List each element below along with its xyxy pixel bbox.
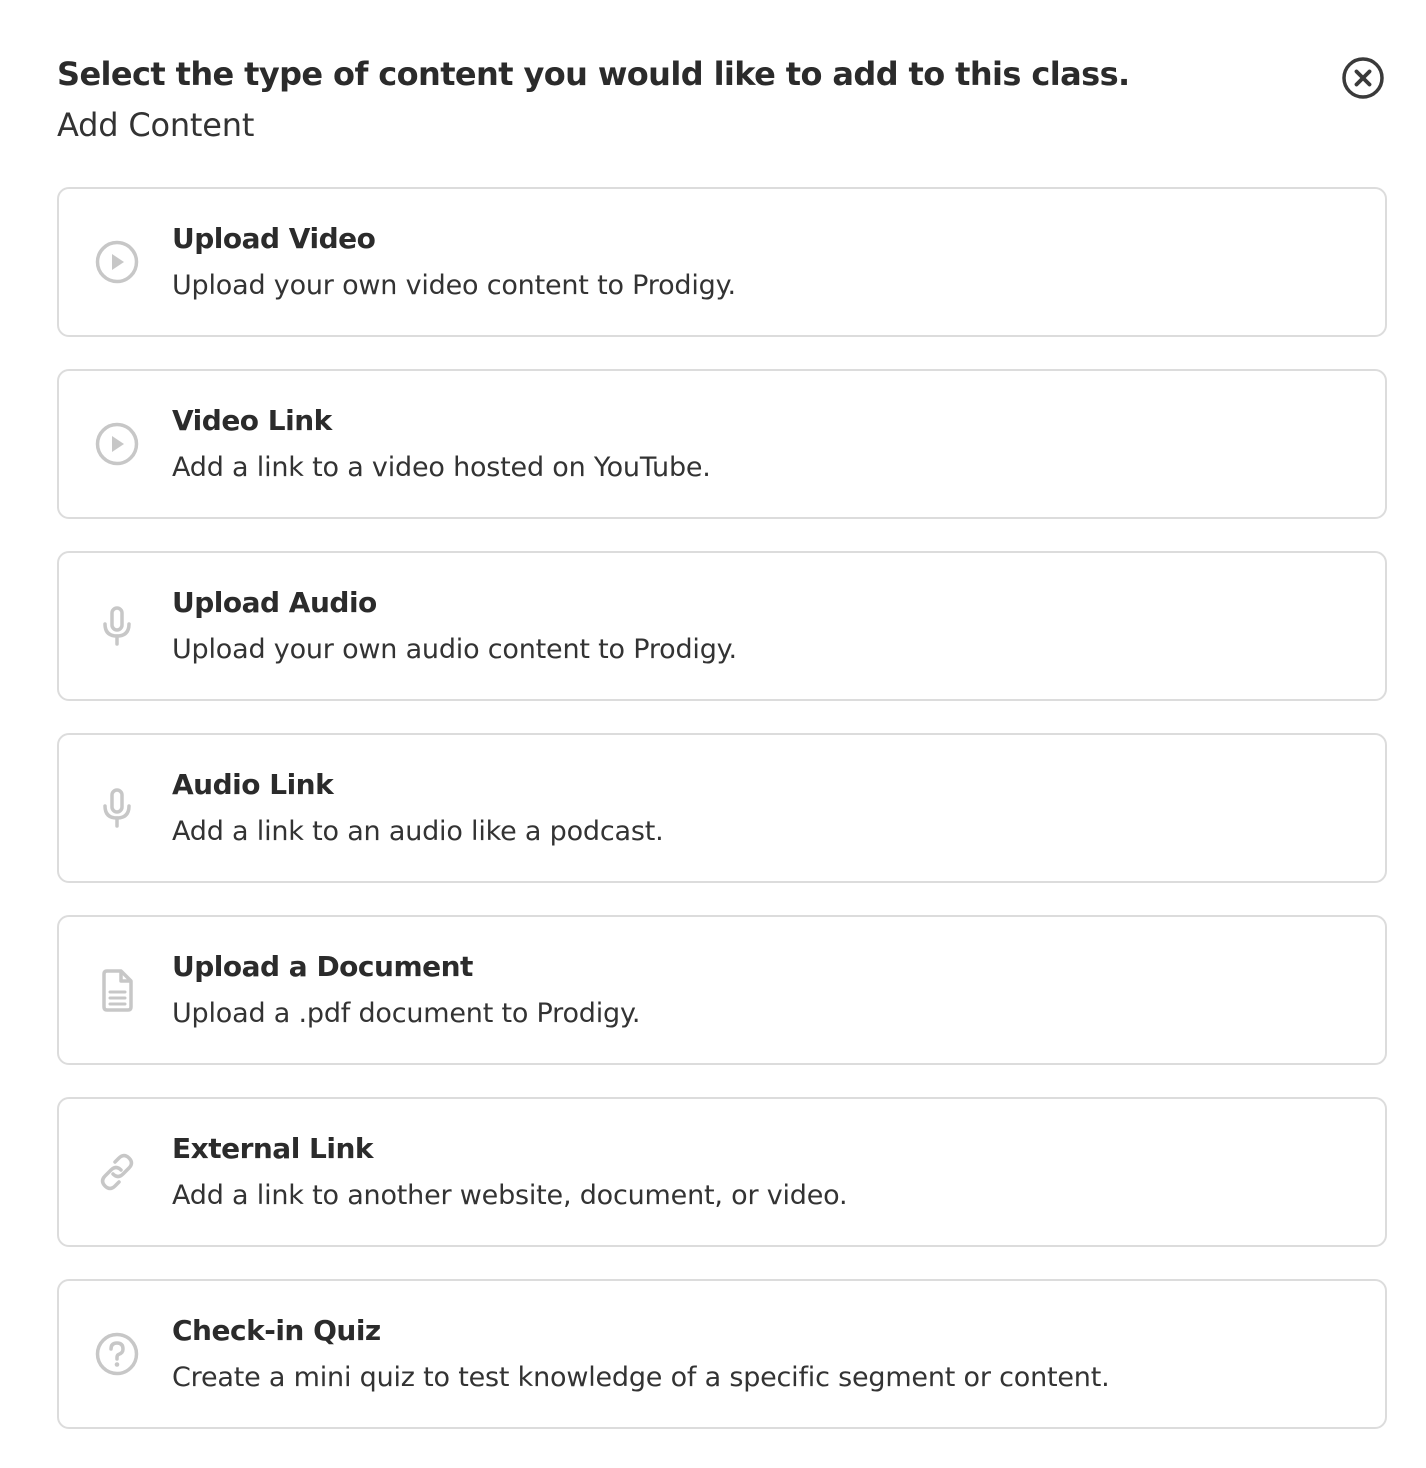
- option-description: Add a link to an audio like a podcast.: [172, 816, 664, 847]
- close-button[interactable]: [1340, 55, 1386, 101]
- option-upload-video[interactable]: Upload Video Upload your own video conte…: [57, 187, 1387, 337]
- option-title: Upload Audio: [172, 586, 377, 619]
- option-check-in-quiz[interactable]: Check-in Quiz Create a mini quiz to test…: [57, 1279, 1387, 1429]
- question-circle-icon: [93, 1330, 141, 1378]
- microphone-icon: [93, 602, 141, 650]
- document-icon: [93, 966, 141, 1014]
- option-title: Check-in Quiz: [172, 1314, 381, 1347]
- option-audio-link[interactable]: Audio Link Add a link to an audio like a…: [57, 733, 1387, 883]
- dialog-title: Select the type of content you would lik…: [57, 55, 1130, 93]
- link-icon: [93, 1148, 141, 1196]
- play-circle-icon: [93, 420, 141, 468]
- play-circle-icon: [93, 238, 141, 286]
- option-upload-document[interactable]: Upload a Document Upload a .pdf document…: [57, 915, 1387, 1065]
- content-options-list: Upload Video Upload your own video conte…: [57, 187, 1387, 1461]
- option-description: Add a link to a video hosted on YouTube.: [172, 452, 711, 483]
- option-upload-audio[interactable]: Upload Audio Upload your own audio conte…: [57, 551, 1387, 701]
- option-description: Upload your own video content to Prodigy…: [172, 270, 736, 301]
- option-description: Upload a .pdf document to Prodigy.: [172, 998, 641, 1029]
- option-video-link[interactable]: Video Link Add a link to a video hosted …: [57, 369, 1387, 519]
- microphone-icon: [93, 784, 141, 832]
- option-title: Video Link: [172, 404, 332, 437]
- close-circle-icon: [1342, 57, 1384, 99]
- option-title: Audio Link: [172, 768, 334, 801]
- option-description: Upload your own audio content to Prodigy…: [172, 634, 737, 665]
- add-content-dialog: Select the type of content you would lik…: [0, 0, 1426, 1468]
- option-title: External Link: [172, 1132, 374, 1165]
- option-description: Add a link to another website, document,…: [172, 1180, 848, 1211]
- option-description: Create a mini quiz to test knowledge of …: [172, 1362, 1110, 1393]
- option-external-link[interactable]: External Link Add a link to another webs…: [57, 1097, 1387, 1247]
- option-title: Upload a Document: [172, 950, 473, 983]
- dialog-subtitle: Add Content: [57, 106, 255, 144]
- option-title: Upload Video: [172, 222, 376, 255]
